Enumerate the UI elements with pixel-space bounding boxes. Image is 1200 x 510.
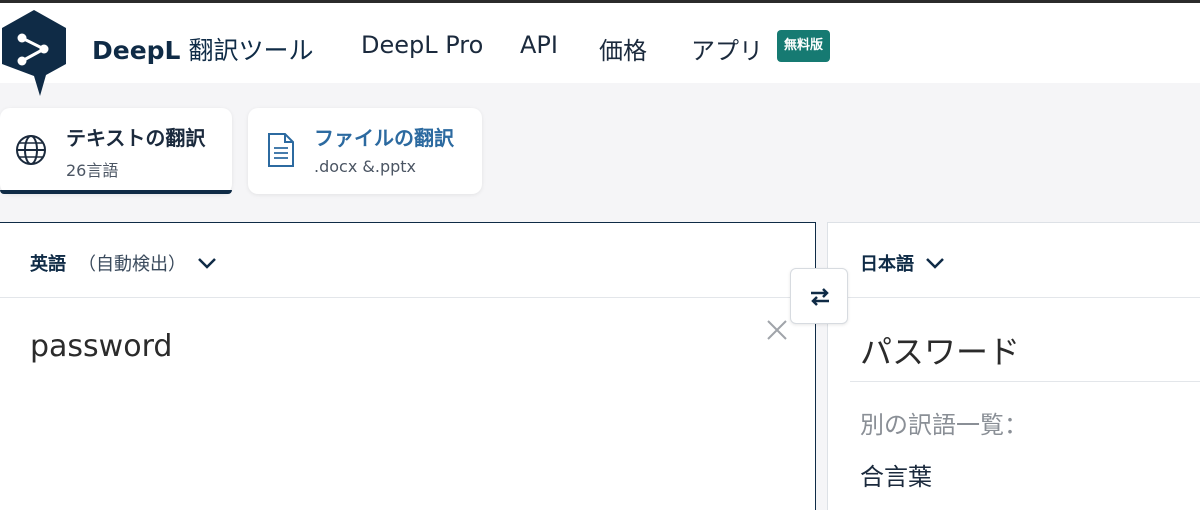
target-panel: 日本語 パスワード 別の訳語一覧： 合言葉 bbox=[827, 222, 1200, 510]
source-language-selector[interactable]: 英語 （自動検出） bbox=[30, 249, 218, 277]
tab-subtitle: .docx &.pptx bbox=[314, 157, 416, 176]
tab-title: テキストの翻訳 bbox=[66, 126, 206, 150]
source-text-input[interactable]: password bbox=[30, 329, 172, 364]
divider bbox=[0, 297, 816, 298]
divider bbox=[850, 381, 1200, 382]
swap-arrows-icon bbox=[811, 288, 829, 306]
alternatives-label: 別の訳語一覧： bbox=[860, 411, 1028, 439]
globe-icon bbox=[16, 135, 46, 165]
free-badge: 無料版 bbox=[777, 30, 831, 62]
header: DeepL 翻訳ツール DeepL Pro API 価格 アプリ 無料版 bbox=[0, 3, 1200, 96]
deepl-logo-icon[interactable] bbox=[0, 8, 68, 100]
nav-pricing[interactable]: 価格 bbox=[599, 31, 647, 66]
tab-text-translation[interactable]: テキストの翻訳 26言語 bbox=[0, 108, 232, 194]
translated-text[interactable]: パスワード bbox=[860, 327, 1020, 373]
source-language: 英語 bbox=[30, 254, 66, 275]
target-language-selector[interactable]: 日本語 bbox=[860, 249, 946, 277]
swap-languages-button[interactable] bbox=[790, 268, 848, 324]
alternative-item[interactable]: 合言葉 bbox=[860, 457, 932, 492]
source-panel: 英語 （自動検出） password bbox=[0, 222, 816, 510]
active-tab-indicator bbox=[0, 190, 232, 194]
auto-detect-label: （自動検出） bbox=[78, 254, 186, 275]
chevron-down-icon bbox=[926, 258, 944, 269]
divider bbox=[828, 297, 1200, 298]
brand-subtitle: 翻訳ツール bbox=[188, 36, 314, 65]
document-icon bbox=[268, 133, 294, 167]
brand-title[interactable]: DeepL 翻訳ツール bbox=[92, 31, 313, 67]
tab-subtitle: 26言語 bbox=[66, 161, 119, 180]
target-language: 日本語 bbox=[860, 254, 914, 275]
tab-file-translation[interactable]: ファイルの翻訳 .docx &.pptx bbox=[248, 108, 482, 194]
chevron-down-icon bbox=[198, 258, 216, 269]
nav-api[interactable]: API bbox=[520, 31, 558, 59]
tab-title: ファイルの翻訳 bbox=[314, 126, 454, 150]
nav-deepl-pro[interactable]: DeepL Pro bbox=[361, 31, 483, 59]
brand-name: DeepL bbox=[92, 36, 181, 65]
nav-apps[interactable]: アプリ bbox=[691, 31, 763, 66]
close-icon[interactable] bbox=[764, 317, 790, 343]
